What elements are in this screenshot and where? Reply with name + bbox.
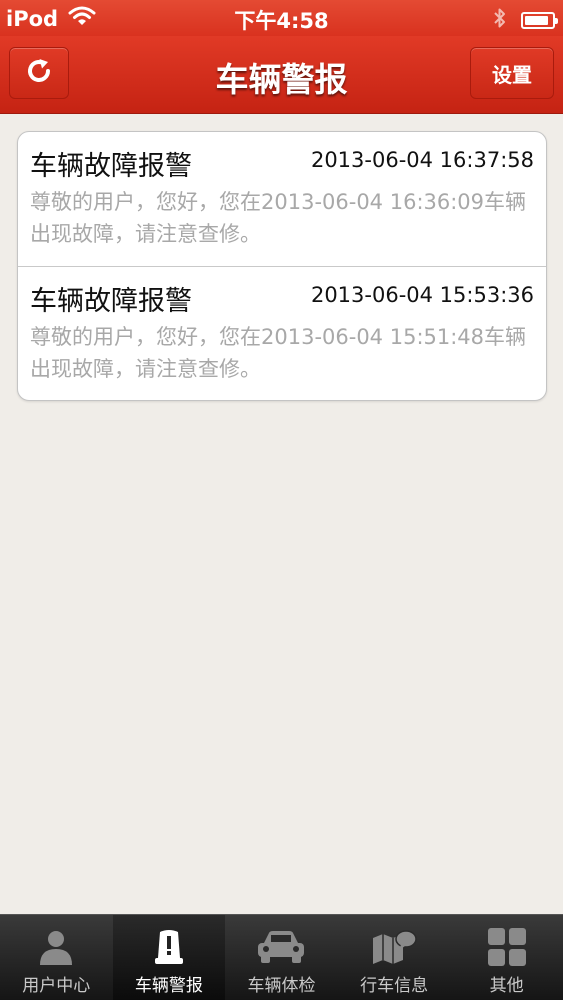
- tab-bar: 用户中心 车辆警报 车辆体检 行车信息 其他: [0, 914, 563, 1000]
- alert-list: 车辆故障报警 2013-06-04 16:37:58 尊敬的用户，您好，您在20…: [17, 131, 547, 401]
- tab-label: 其他: [489, 976, 524, 996]
- alert-time: 2013-06-04 15:53:36: [310, 283, 534, 307]
- tab-label: 车辆警报: [134, 976, 203, 996]
- alert-message: 尊敬的用户，您好，您在2013-06-04 16:36:09车辆出现故障，请注意…: [30, 190, 527, 246]
- alert-icon: [154, 927, 184, 967]
- tab-label: 行车信息: [360, 976, 429, 996]
- status-left: iPod: [6, 5, 96, 32]
- wifi-icon: [68, 5, 96, 32]
- user-icon: [37, 927, 75, 967]
- status-bar: iPod 下午4:58: [0, 0, 563, 36]
- tab-other[interactable]: 其他: [450, 915, 563, 1000]
- settings-button[interactable]: 设置: [470, 47, 554, 99]
- alert-message: 尊敬的用户，您好，您在2013-06-04 15:51:48车辆出现故障，请注意…: [30, 325, 527, 381]
- alert-item[interactable]: 车辆故障报警 2013-06-04 16:37:58 尊敬的用户，您好，您在20…: [18, 132, 546, 266]
- tab-label: 用户中心: [22, 976, 91, 996]
- battery-icon: [521, 12, 558, 29]
- tab-vehicle-check[interactable]: 车辆体检: [225, 915, 338, 1000]
- carrier-label: iPod: [6, 6, 59, 31]
- tab-user-center[interactable]: 用户中心: [0, 915, 113, 1000]
- tab-driving-info[interactable]: 行车信息: [338, 915, 451, 1000]
- nav-bar: 车辆警报 设置: [0, 36, 563, 114]
- tab-vehicle-alert[interactable]: 车辆警报: [112, 915, 226, 1000]
- bluetooth-icon: [493, 7, 507, 34]
- alert-title: 车辆故障报警: [30, 286, 192, 317]
- alert-time: 2013-06-04 16:37:58: [310, 148, 534, 172]
- tab-label: 车辆体检: [247, 976, 316, 996]
- alert-item[interactable]: 车辆故障报警 2013-06-04 15:53:36 尊敬的用户，您好，您在20…: [18, 266, 546, 400]
- battery-fill: [525, 16, 549, 25]
- car-icon: [256, 927, 306, 967]
- status-right: [493, 7, 558, 34]
- alert-title: 车辆故障报警: [30, 151, 192, 182]
- map-chat-icon: [371, 927, 417, 967]
- grid-icon: [487, 927, 527, 967]
